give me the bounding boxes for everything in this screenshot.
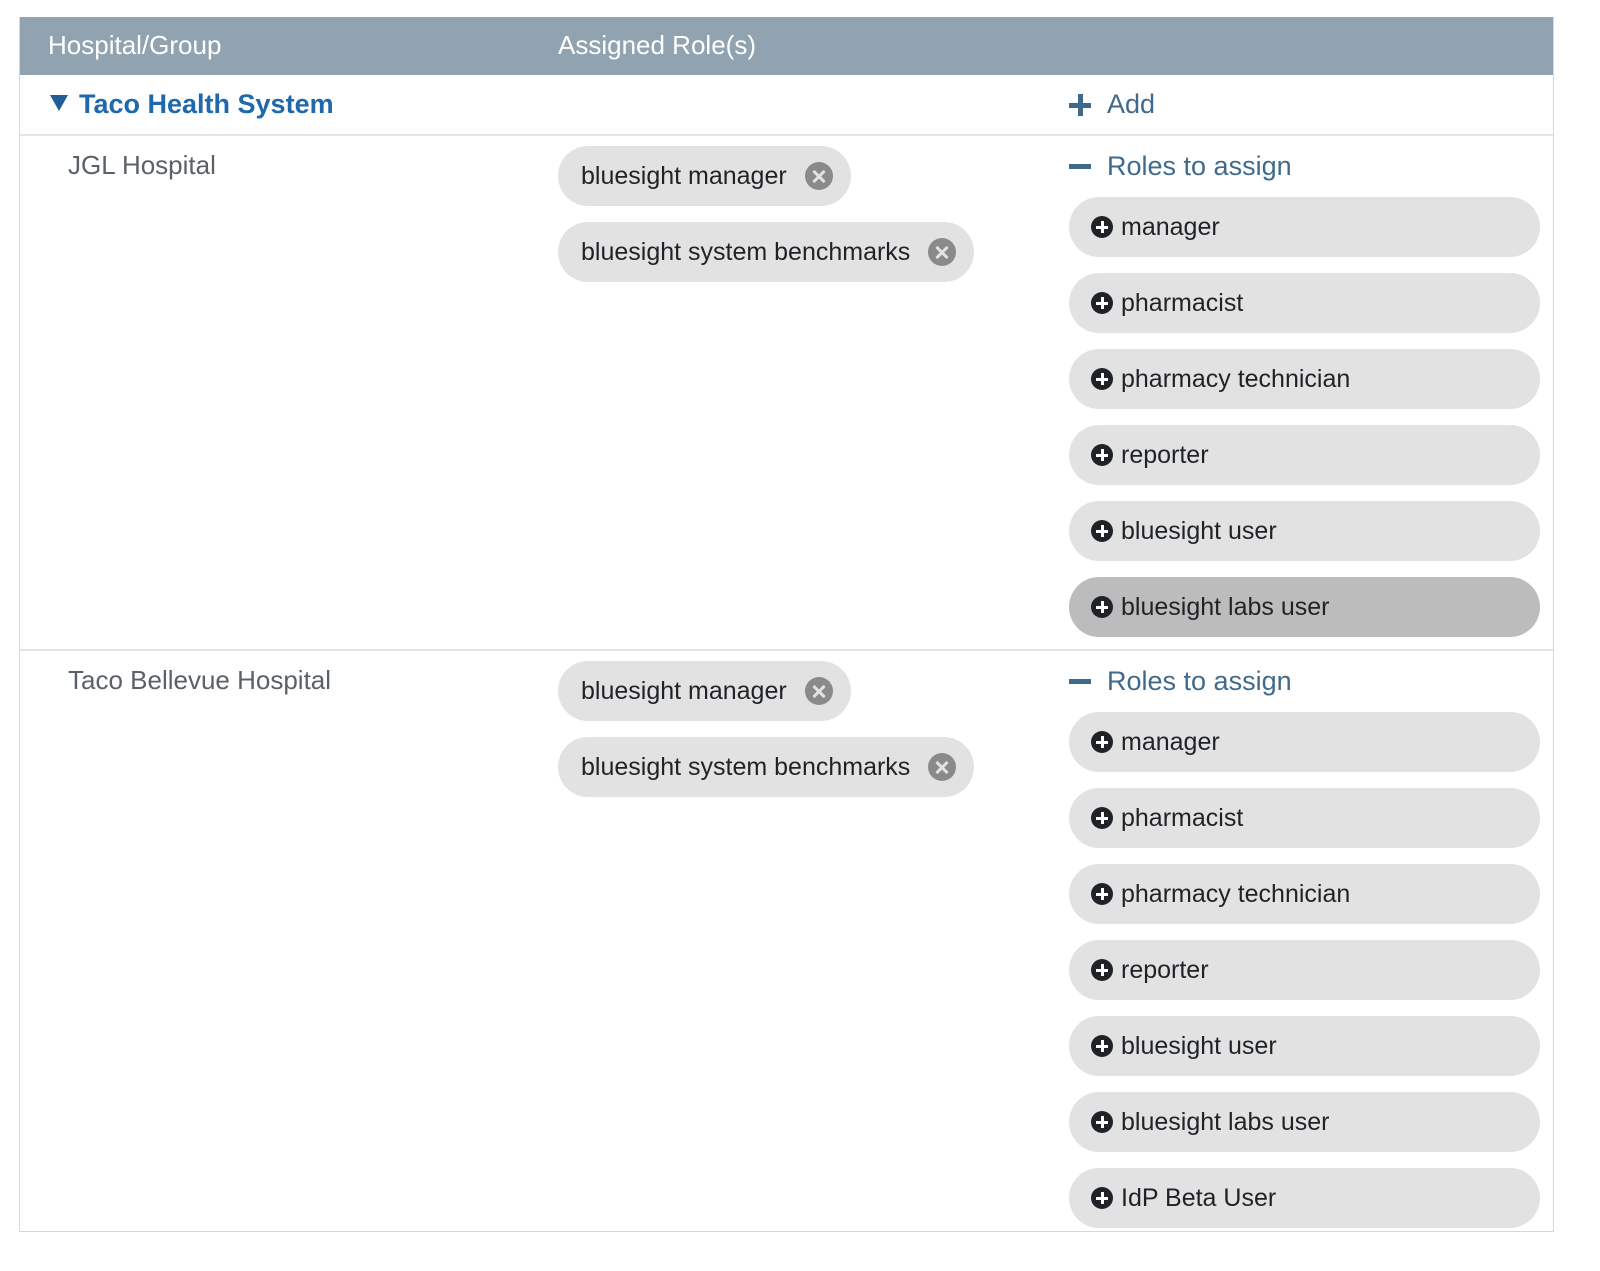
assigned-role-row: bluesight system benchmarks [558, 222, 975, 298]
remove-role-icon[interactable] [928, 753, 957, 781]
circle-plus-icon [1091, 444, 1113, 466]
hospital-row: Taco Bellevue Hospital bluesight manager b… [20, 651, 1553, 1240]
circle-plus-icon [1091, 807, 1113, 829]
column-header-hospital: Hospital/Group [48, 30, 222, 60]
hospital-name: JGL Hospital [68, 150, 216, 180]
hospital-name: Taco Bellevue Hospital [68, 665, 332, 695]
circle-plus-icon [1091, 368, 1113, 390]
roles-to-assign-toggle[interactable]: Roles to assign [1069, 150, 1540, 182]
assign-role-label: reporter [1121, 955, 1209, 984]
assign-role-label: bluesight user [1121, 1031, 1277, 1060]
group-row: Taco Health System Add [20, 75, 1553, 136]
assign-role-button[interactable]: pharmacy technician [1069, 349, 1540, 409]
add-label: Add [1107, 89, 1156, 119]
assign-role-label: manager [1121, 727, 1220, 756]
assign-role-label: pharmacist [1121, 803, 1244, 832]
assign-role-button[interactable]: IdP Beta User [1069, 1168, 1540, 1228]
roles-to-assign-panel: Roles to assign manager pharmacist pharmacy… [1069, 665, 1540, 1244]
assign-role-button[interactable]: reporter [1069, 940, 1540, 1000]
assign-role-label: pharmacy technician [1121, 364, 1351, 393]
role-assignment-table: Hospital/Group Assigned Role(s) Taco Hea… [19, 17, 1554, 1232]
hospital-rows: JGL Hospital bluesight manager bluesight s… [20, 136, 1553, 1240]
assigned-role-label: bluesight manager [581, 676, 787, 705]
assigned-role-chip: bluesight manager [558, 661, 851, 721]
assign-role-label: manager [1121, 212, 1220, 241]
assign-role-label: bluesight labs user [1121, 592, 1330, 621]
circle-plus-icon [1091, 216, 1113, 238]
assigned-role-row: bluesight manager [558, 146, 974, 222]
assign-role-label: reporter [1121, 440, 1209, 469]
assigned-role-row: bluesight system benchmarks [558, 737, 975, 813]
circle-plus-icon [1091, 1035, 1113, 1057]
minus-icon [1069, 678, 1091, 684]
assign-role-label: bluesight labs user [1121, 1107, 1330, 1136]
group-name-link[interactable]: Taco Health System [79, 89, 334, 120]
assign-role-button[interactable]: manager [1069, 197, 1540, 257]
circle-plus-icon [1091, 1111, 1113, 1133]
roles-to-assign-label: Roles to assign [1107, 150, 1292, 181]
column-header-roles: Assigned Role(s) [558, 30, 756, 60]
assign-role-button[interactable]: bluesight labs user [1069, 1092, 1540, 1152]
assigned-role-label: bluesight system benchmarks [581, 237, 911, 266]
assign-role-button[interactable]: pharmacist [1069, 788, 1540, 848]
assign-role-label: bluesight user [1121, 516, 1277, 545]
add-button[interactable]: Add [1069, 89, 1155, 120]
circle-plus-icon [1091, 731, 1113, 753]
assigned-role-label: bluesight system benchmarks [581, 752, 911, 781]
assign-role-label: pharmacist [1121, 288, 1244, 317]
circle-plus-icon [1091, 1187, 1113, 1209]
minus-icon [1069, 163, 1091, 169]
assign-role-button[interactable]: pharmacist [1069, 273, 1540, 333]
assigned-role-chip: bluesight system benchmarks [558, 737, 975, 797]
assign-role-button[interactable]: bluesight user [1069, 501, 1540, 561]
assigned-role-label: bluesight manager [581, 161, 787, 190]
roles-to-assign-label: Roles to assign [1107, 665, 1292, 696]
collapse-triangle-icon[interactable] [50, 95, 68, 111]
assign-role-button[interactable]: bluesight user [1069, 1016, 1540, 1076]
assign-role-label: pharmacy technician [1121, 879, 1351, 908]
circle-plus-icon [1091, 959, 1113, 981]
remove-role-icon[interactable] [928, 238, 957, 266]
plus-icon [1069, 93, 1091, 116]
assigned-role-chip: bluesight system benchmarks [558, 222, 975, 282]
assigned-role-chip: bluesight manager [558, 146, 851, 206]
table-header: Hospital/Group Assigned Role(s) [20, 17, 1553, 75]
circle-plus-icon [1091, 883, 1113, 905]
assign-role-label: IdP Beta User [1121, 1183, 1277, 1212]
roles-to-assign-toggle[interactable]: Roles to assign [1069, 665, 1540, 697]
circle-plus-icon [1091, 520, 1113, 542]
roles-to-assign-panel: Roles to assign manager pharmacist pharmacy… [1069, 150, 1540, 653]
assign-role-button[interactable]: pharmacy technician [1069, 864, 1540, 924]
assigned-roles: bluesight manager bluesight system benchm… [558, 146, 975, 298]
assign-role-button[interactable]: manager [1069, 712, 1540, 772]
assign-role-button[interactable]: bluesight labs user [1069, 577, 1540, 637]
remove-role-icon[interactable] [804, 162, 833, 190]
circle-plus-icon [1091, 596, 1113, 618]
hospital-row: JGL Hospital bluesight manager bluesight s… [20, 136, 1553, 651]
remove-role-icon[interactable] [804, 677, 833, 705]
circle-plus-icon [1091, 292, 1113, 314]
assigned-role-row: bluesight manager [558, 661, 974, 737]
assigned-roles: bluesight manager bluesight system benchm… [558, 661, 975, 813]
assign-role-button[interactable]: reporter [1069, 425, 1540, 485]
